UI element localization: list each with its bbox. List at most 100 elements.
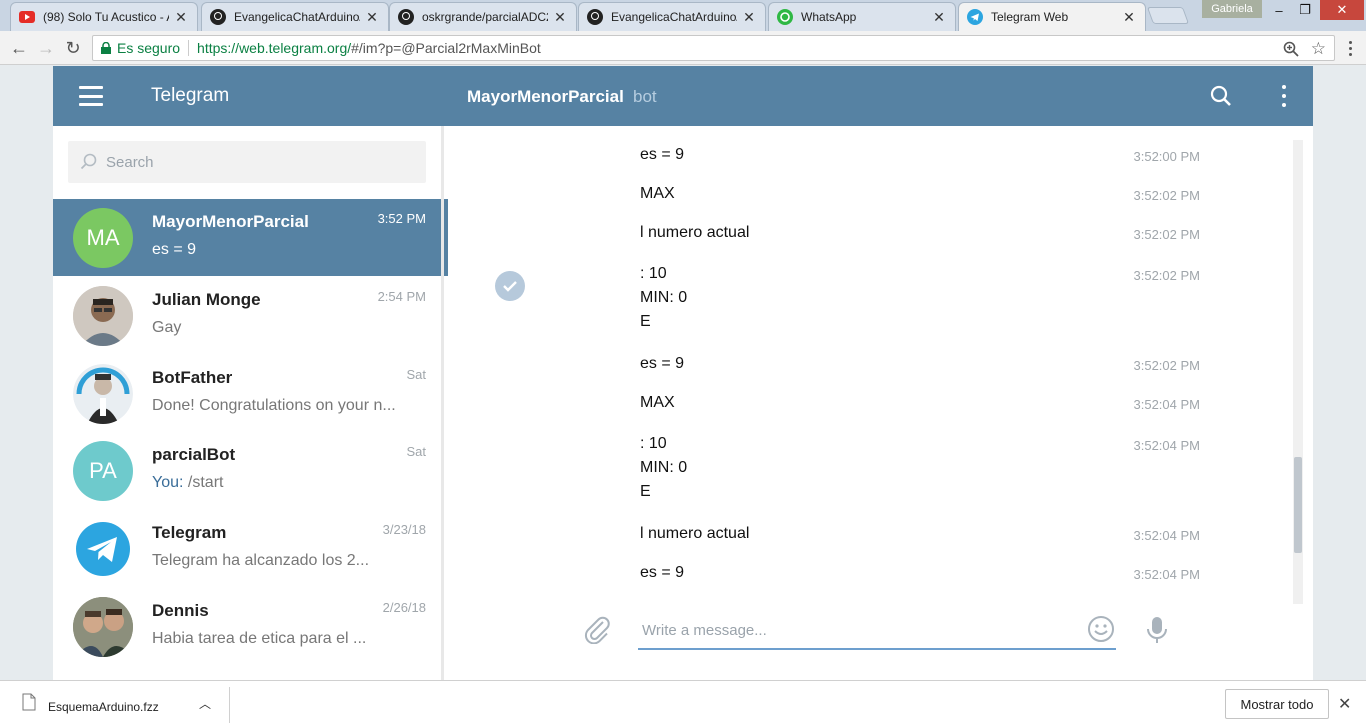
message-line: : 10 [640,265,667,282]
dialog-peer-name: MayorMenorParcial [152,212,309,231]
dialog-item-botfather[interactable]: BotFather Sat Done! Congratulations on y… [53,355,448,432]
browser-tab-github-1[interactable]: EvangelicaChatArduino/ ✕ [201,2,389,31]
reload-icon[interactable]: ↻ [62,37,84,59]
close-icon[interactable]: ✕ [552,9,568,26]
message-input[interactable] [638,612,1116,650]
divider [188,40,190,56]
message-line: l numero actual [640,224,750,241]
github-icon [587,9,603,25]
download-filename[interactable]: EsquemaArduino.fzz [48,700,159,714]
browser-tab-whatsapp[interactable]: WhatsApp ✕ [768,2,956,31]
dialog-item-dennis[interactable]: Dennis 2/26/18 Habia tarea de etica para… [53,588,448,665]
divider [229,687,230,723]
dialog-date: Sat [406,444,426,459]
profile-button[interactable]: Gabriela [1202,0,1262,18]
message-line: l numero actual [640,525,750,542]
botfather-icon [73,364,133,424]
message-line: MIN: 0 [640,289,688,306]
message-text: : 10 MIN: 0 E [640,262,1200,334]
dialog-peer-name: Dennis [152,601,209,620]
secure-label: Es seguro [117,40,181,56]
new-tab-button[interactable] [1146,7,1190,24]
dialog-item-julian-monge[interactable]: Julian Monge 2:54 PM Gay [53,277,448,354]
browser-tab-github-3[interactable]: EvangelicaChatArduino/ ✕ [578,2,766,31]
app-title: Telegram [151,85,230,106]
message-text: es = 9 [640,352,1200,376]
message-line: E [640,313,651,330]
user-photo-icon [73,597,133,657]
dialog-date: 3/23/18 [382,522,426,537]
zoom-icon[interactable] [1283,41,1299,57]
whatsapp-icon [777,9,793,25]
dialog-item-parcialbot[interactable]: PA parcialBot Sat You: /start [53,432,448,509]
dialog-item-mayormenorparcial[interactable]: MA MayorMenorParcial 3:52 PM es = 9 [53,199,448,276]
message-time: 3:52:04 PM [1133,397,1201,412]
address-bar[interactable]: Es seguro https://web.telegram.org/#/im?… [92,35,1335,61]
show-all-downloads-button[interactable]: Mostrar todo [1225,689,1329,719]
file-icon [22,693,36,711]
browser-tab-youtube[interactable]: (98) Solo Tu Acustico - A ✕ [10,2,198,31]
search-input[interactable]: Search [68,141,426,183]
message-line: es = 9 [640,355,685,372]
chat-scrollbar-thumb[interactable] [1294,457,1302,553]
youtube-icon [19,9,35,25]
maximize-icon[interactable]: ❐ [1292,0,1318,20]
forward-arrow-icon[interactable]: → [35,37,57,59]
you-prefix: You: [152,474,184,491]
microphone-icon[interactable] [1145,615,1169,645]
dialog-message-text: /start [187,474,224,491]
browser-toolbar: ← → ↻ Es seguro https://web.telegram.org… [0,31,1366,65]
dialog-date: Sat [406,367,426,382]
chevron-up-icon[interactable]: ︿ [199,695,211,712]
github-icon [210,9,226,25]
browser-menu-icon[interactable] [1342,37,1358,59]
message-text: l numero actual [640,221,1200,245]
dialog-last-message: es = 9 [152,241,197,258]
paperclip-icon[interactable] [583,614,611,644]
dialog-last-message: Done! Congratulations on your n... [152,397,396,414]
message-time: 3:52:04 PM [1133,567,1201,582]
dialog-date: 2:54 PM [377,289,426,304]
dialog-date: 3:52 PM [377,211,426,226]
browser-tab-telegram[interactable]: Telegram Web ✕ [958,2,1146,31]
message-text: : 10 MIN: 0 E [640,432,1200,504]
search-placeholder: Search [106,153,154,171]
chat-message: l numero actual 3:52:02 PM [640,221,1200,245]
hamburger-menu-icon[interactable] [79,86,103,106]
sidebar-scrollbar[interactable] [441,126,444,680]
close-icon[interactable]: ✕ [173,9,189,26]
window-close-icon[interactable]: ✕ [1320,0,1364,20]
tab-title: Telegram Web [991,10,1069,24]
dialog-item-telegram[interactable]: Telegram 3/23/18 Telegram ha alcanzado l… [53,510,448,587]
dialog-peer-name: parcialBot [152,445,236,464]
close-icon[interactable]: ✕ [1121,9,1137,26]
chat-title[interactable]: MayorMenorParcial [467,87,624,107]
message-time: 3:52:02 PM [1133,227,1201,242]
message-line: MAX [640,185,675,202]
secure-indicator[interactable]: Es seguro [93,40,180,56]
minimize-icon[interactable]: – [1266,0,1292,20]
browser-tab-github-2[interactable]: oskrgrande/parcialADC2 ✕ [389,2,577,31]
download-shelf: EsquemaArduino.fzz ︿ Mostrar todo ✕ [0,680,1366,728]
close-icon[interactable]: ✕ [931,9,947,26]
dialog-peer-name: Telegram [152,523,227,542]
close-icon[interactable]: ✕ [364,9,380,26]
message-text: es = 9 [640,561,1200,585]
back-arrow-icon[interactable]: ← [8,37,30,59]
lock-icon [101,42,111,54]
telegram-icon [967,9,983,25]
bookmark-star-icon[interactable]: ☆ [1311,39,1326,59]
close-icon[interactable]: ✕ [741,9,757,26]
more-menu-icon[interactable] [1279,85,1289,107]
check-icon[interactable] [495,271,525,301]
chat-message: MAX 3:52:04 PM [640,391,1200,415]
tab-title: WhatsApp [801,10,857,24]
emoji-icon[interactable] [1087,615,1115,643]
search-icon [80,153,97,170]
dialog-last-message: Habia tarea de etica para el ... [152,630,367,647]
dialog-last-message: Gay [152,319,182,336]
chat-message: es = 9 3:52:04 PM [640,561,1200,585]
message-line: MIN: 0 [640,459,688,476]
search-icon[interactable] [1210,85,1232,107]
close-icon[interactable]: ✕ [1338,694,1351,714]
